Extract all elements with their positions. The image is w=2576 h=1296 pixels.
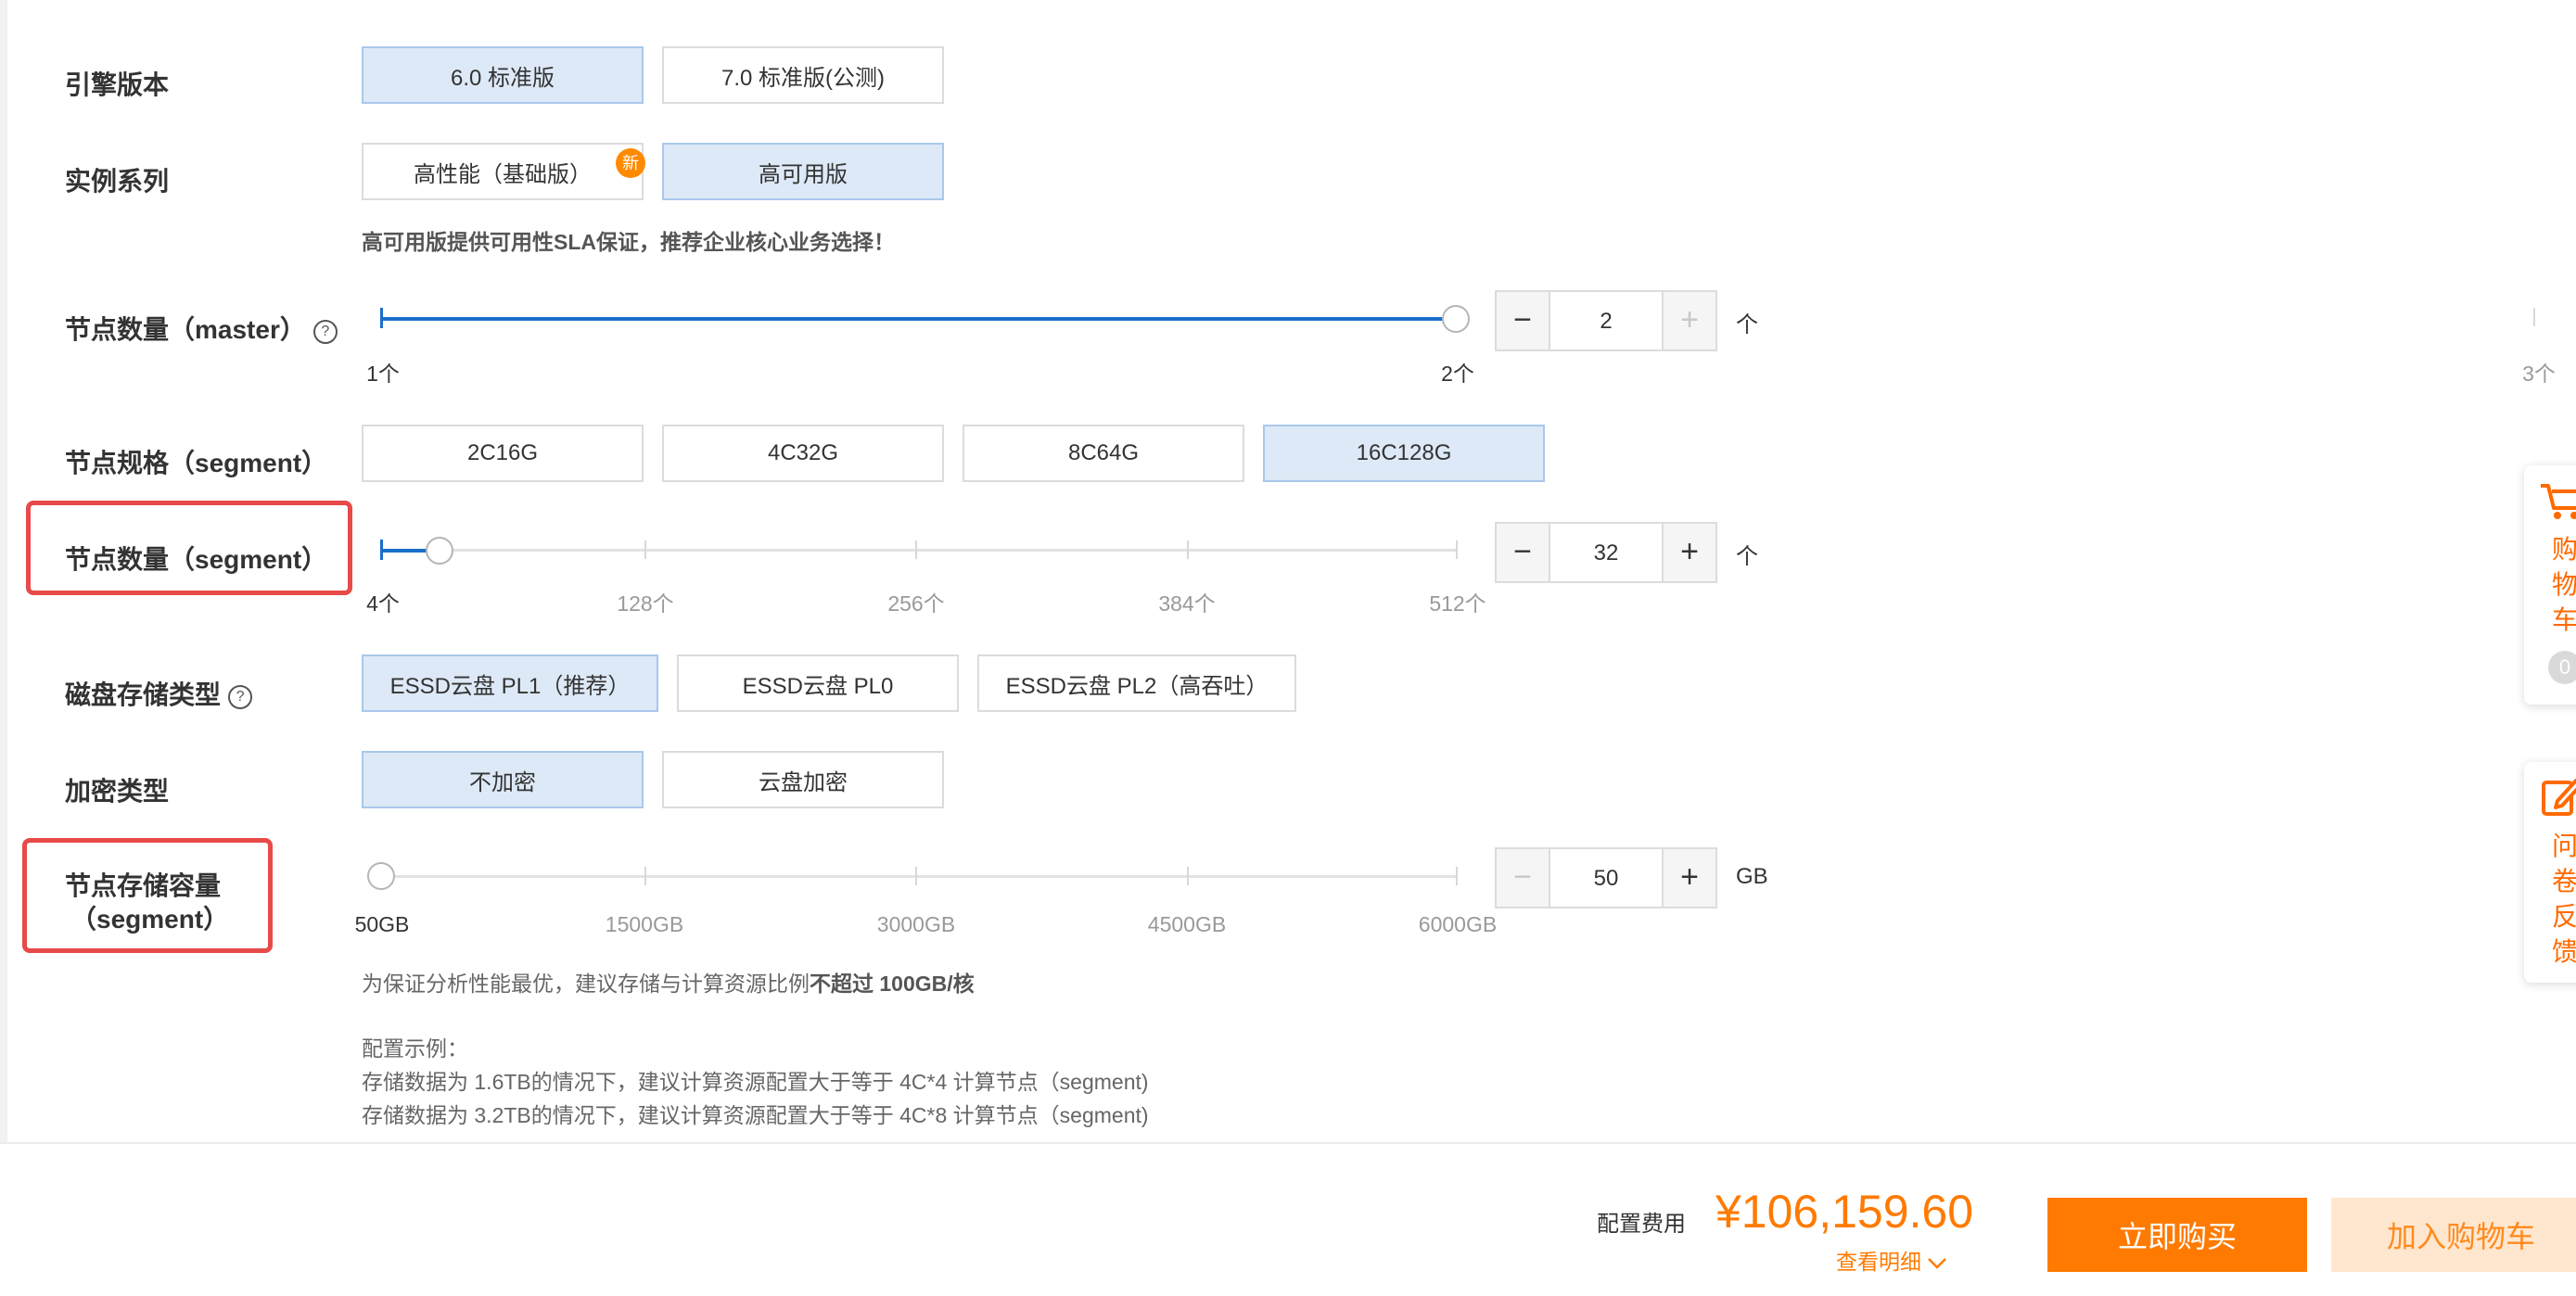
master-unit: 个 xyxy=(1736,312,1758,337)
example-line: 存储数据为 1.6TB的情况下，建议计算资源配置大于等于 4C*4 计算节点（s… xyxy=(362,1070,1149,1094)
storage-tick-mark xyxy=(915,867,917,885)
new-badge: 新 xyxy=(616,148,645,178)
feedback-label-char: 反 xyxy=(2552,902,2576,931)
disk-type-label: 磁盘存储类型? xyxy=(65,675,253,712)
master-stepper: − + xyxy=(1495,290,1717,351)
feedback-label-char: 问 xyxy=(2552,832,2576,860)
cart-count-badge: 0 xyxy=(2548,651,2576,684)
segment-tick-label: 128个 xyxy=(617,591,674,616)
disk-option-pl2[interactable]: ESSD云盘 PL2（高吞吐） xyxy=(977,654,1296,712)
fee-value: ¥106,159.60 xyxy=(1715,1186,1974,1238)
master-tick-mid: 2个 xyxy=(1441,362,1474,386)
storage-tick-label: 3000GB xyxy=(876,912,956,936)
decrement-button[interactable]: − xyxy=(1497,292,1550,349)
chevron-down-icon xyxy=(1928,1258,1947,1269)
increment-button[interactable]: + xyxy=(1662,524,1715,581)
buy-now-button[interactable]: 立即购买 xyxy=(2047,1198,2307,1272)
encryption-option-none[interactable]: 不加密 xyxy=(362,751,644,808)
disk-option-pl0[interactable]: ESSD云盘 PL0 xyxy=(677,654,959,712)
feedback-label-char: 馈 xyxy=(2552,937,2576,966)
segment-tick-label: 4个 xyxy=(366,591,400,616)
master-slider-end-tick xyxy=(2533,308,2535,326)
segment-stepper: − + xyxy=(1495,522,1717,583)
segment-nodes-label: 节点数量（segment） xyxy=(65,545,328,574)
series-option-high-performance[interactable]: 高性能（基础版） 新 xyxy=(362,143,645,200)
decrement-button[interactable]: − xyxy=(1497,849,1550,907)
storage-tick-mark xyxy=(1187,867,1189,885)
cart-icon xyxy=(2541,484,2576,519)
storage-tick-label: 4500GB xyxy=(1147,912,1227,936)
storage-slider-track xyxy=(380,875,1456,878)
spec-option-2c16g[interactable]: 2C16G xyxy=(362,425,644,482)
view-details-link[interactable]: 查看明细 xyxy=(1836,1244,1947,1276)
add-to-cart-button[interactable]: 加入购物车 xyxy=(2331,1198,2576,1272)
spec-option-4c32g[interactable]: 4C32G xyxy=(662,425,944,482)
increment-button[interactable]: + xyxy=(1662,292,1715,349)
view-details-label: 查看明细 xyxy=(1836,1250,1921,1274)
storage-tick-label: 6000GB xyxy=(1418,912,1498,936)
master-tick-min: 1个 xyxy=(366,362,400,386)
master-tick-max: 3个 xyxy=(2522,362,2556,386)
storage-size-input[interactable] xyxy=(1550,849,1662,908)
master-nodes-label-text: 节点数量（master） xyxy=(65,315,306,344)
master-nodes-label: 节点数量（master）? xyxy=(65,310,338,347)
spec-option-8c64g[interactable]: 8C64G xyxy=(963,425,1244,482)
storage-tick-label: 50GB xyxy=(354,912,410,936)
footer-divider xyxy=(0,1142,2576,1144)
storage-ratio-hint: 为保证分析性能最优，建议存储与计算资源比例不超过 100GB/核 xyxy=(362,966,975,997)
spec-option-16c128g[interactable]: 16C128G xyxy=(1263,425,1545,482)
cart-label-char: 购 xyxy=(2552,535,2576,564)
left-gutter xyxy=(0,0,7,1142)
segment-tick-mark xyxy=(1187,540,1189,559)
storage-ratio-hint-bold: 不超过 100GB/核 xyxy=(810,972,975,996)
segment-spec-label: 节点规格（segment） xyxy=(65,449,328,477)
segment-count-input[interactable] xyxy=(1550,524,1662,583)
storage-unit: GB xyxy=(1736,864,1768,889)
segment-unit: 个 xyxy=(1736,544,1758,569)
segment-tick-mark xyxy=(1456,540,1458,559)
help-icon[interactable]: ? xyxy=(228,684,253,709)
segment-tick-mark xyxy=(644,540,646,559)
engine-version-label: 引擎版本 xyxy=(65,70,170,99)
example-title: 配置示例： xyxy=(362,1036,468,1061)
help-icon[interactable]: ? xyxy=(312,319,338,344)
feedback-widget[interactable]: 问 卷 反 馈 xyxy=(2524,762,2576,983)
segment-storage-label-line1: 节点存储容量 xyxy=(65,871,222,900)
engine-option-7-0[interactable]: 7.0 标准版(公测) xyxy=(662,46,944,104)
engine-option-6-0[interactable]: 6.0 标准版 xyxy=(362,46,644,104)
instance-series-label: 实例系列 xyxy=(65,167,170,196)
encryption-label: 加密类型 xyxy=(65,777,170,806)
segment-tick-label: 512个 xyxy=(1429,591,1486,616)
encryption-option-disk[interactable]: 云盘加密 xyxy=(662,751,944,808)
master-count-input[interactable] xyxy=(1550,292,1662,351)
cart-label-char: 车 xyxy=(2552,605,2576,634)
segment-slider-handle[interactable] xyxy=(426,537,453,565)
series-option-high-availability[interactable]: 高可用版 xyxy=(662,143,944,200)
storage-stepper: − + xyxy=(1495,847,1717,908)
segment-tick-label: 256个 xyxy=(887,591,945,616)
increment-button[interactable]: + xyxy=(1662,849,1715,907)
storage-ratio-hint-text: 为保证分析性能最优，建议存储与计算资源比例 xyxy=(362,972,810,996)
master-slider-fill xyxy=(380,317,1456,321)
segment-storage-label-line2: （segment） xyxy=(70,905,230,934)
storage-slider-handle[interactable] xyxy=(367,862,395,890)
disk-type-label-text: 磁盘存储类型 xyxy=(65,680,222,709)
segment-tick-mark xyxy=(915,540,917,559)
feedback-label-char: 卷 xyxy=(2552,867,2576,896)
disk-option-pl1[interactable]: ESSD云盘 PL1（推荐） xyxy=(362,654,658,712)
fee-label: 配置费用 xyxy=(1597,1212,1686,1237)
example-line: 存储数据为 3.2TB的情况下，建议计算资源配置大于等于 4C*8 计算节点（s… xyxy=(362,1103,1149,1127)
decrement-button[interactable]: − xyxy=(1497,524,1550,581)
storage-tick-label: 1500GB xyxy=(605,912,684,936)
series-option-label: 高性能（基础版） xyxy=(414,161,592,187)
cart-label-char: 物 xyxy=(2552,570,2576,599)
master-slider-handle[interactable] xyxy=(1442,305,1470,333)
storage-tick-mark xyxy=(1456,867,1458,885)
segment-slider-track xyxy=(380,549,1456,552)
segment-tick-label: 384个 xyxy=(1158,591,1216,616)
storage-tick-mark xyxy=(644,867,646,885)
series-hint: 高可用版提供可用性SLA保证，推荐企业核心业务选择！ xyxy=(362,230,895,254)
edit-icon xyxy=(2542,779,2576,816)
cart-widget[interactable]: 购 物 车 0 xyxy=(2524,465,2576,705)
